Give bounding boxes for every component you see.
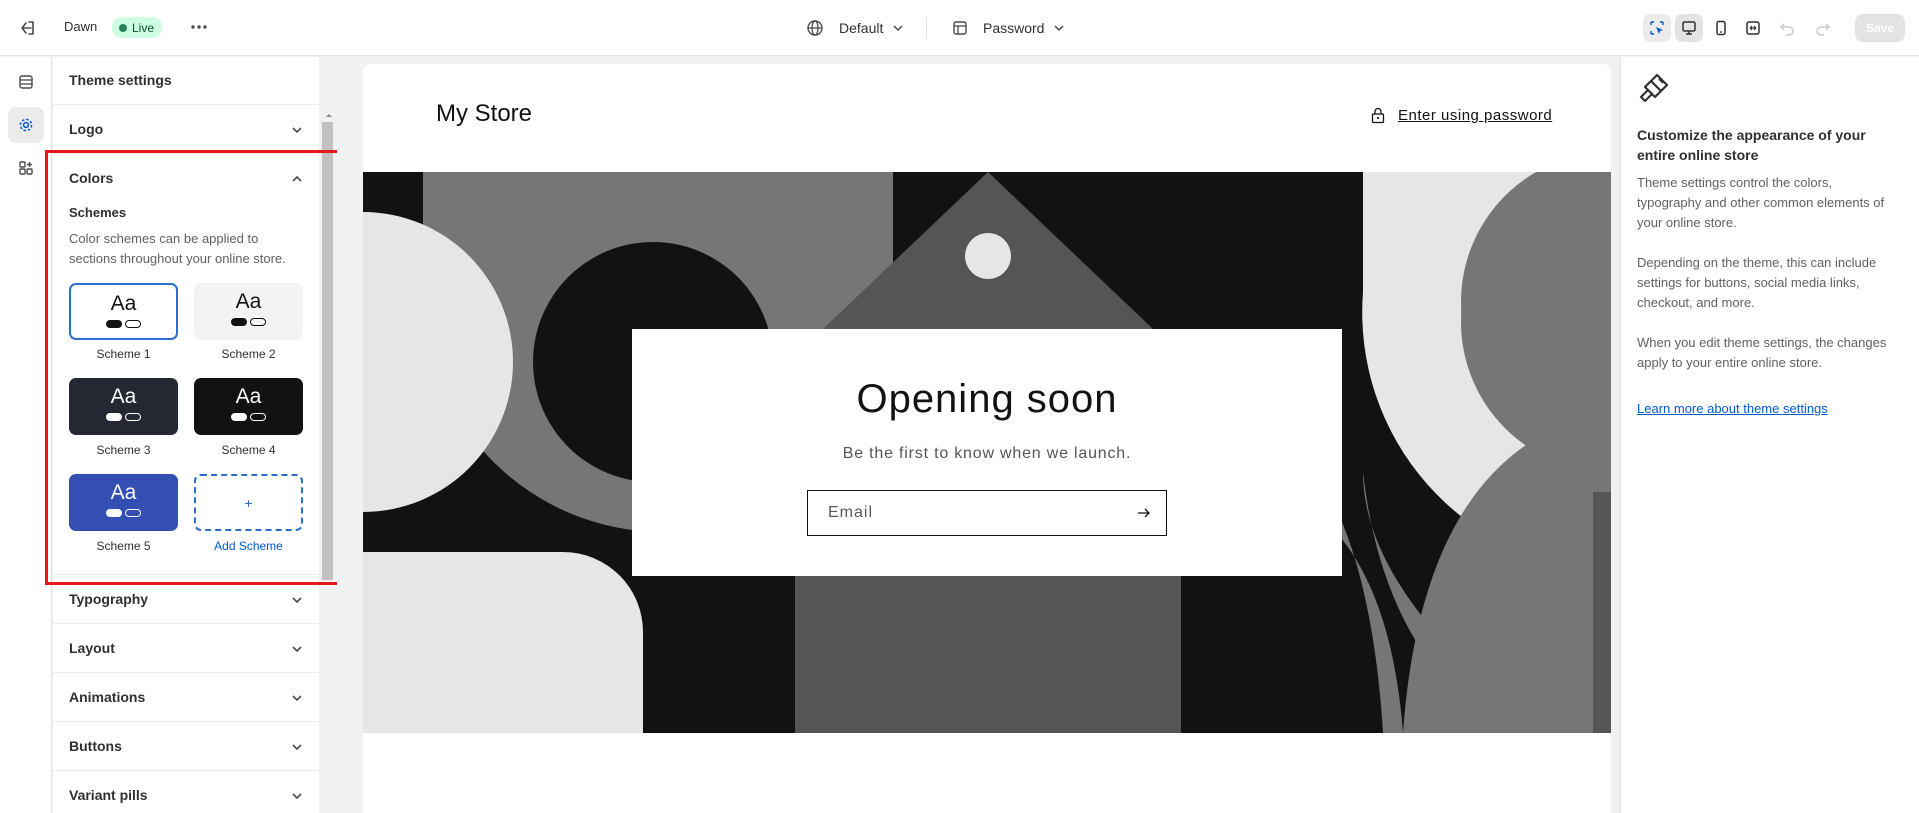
- enter-password-link[interactable]: Enter using password: [1370, 106, 1552, 124]
- chevron-down-icon: [893, 25, 903, 32]
- hero-title: Opening soon: [856, 377, 1118, 421]
- live-badge-label: Live: [132, 20, 155, 35]
- info-panel: Customize the appearance of your entire …: [1620, 57, 1919, 813]
- info-paragraph-3: When you edit theme settings, the change…: [1637, 335, 1887, 370]
- live-badge: Live: [112, 17, 163, 38]
- exit-icon[interactable]: [17, 17, 39, 39]
- chevron-down-icon: [1054, 25, 1064, 32]
- chevron-down-icon: [292, 127, 302, 134]
- section-variant-pills-label: Variant pills: [69, 787, 148, 803]
- scroll-up-icon[interactable]: [323, 110, 335, 120]
- section-layout[interactable]: Layout: [53, 623, 319, 672]
- sections-icon: [19, 75, 33, 89]
- desktop-icon: [1682, 21, 1696, 35]
- gear-icon: [19, 118, 33, 132]
- divider: [926, 17, 927, 39]
- template-select[interactable]: Default: [806, 16, 904, 40]
- inspector-button[interactable]: [1643, 14, 1671, 42]
- theme-name: Dawn: [64, 19, 98, 34]
- lock-icon: [1371, 107, 1385, 124]
- top-bar: Dawn Live Default Password Save: [0, 0, 1919, 56]
- info-paragraph-2: Depending on the theme, this can include…: [1637, 255, 1877, 310]
- enter-password-label: Enter using password: [1398, 106, 1553, 124]
- undo-icon[interactable]: [1778, 19, 1796, 37]
- info-heading: Customize the appearance of your entire …: [1637, 127, 1866, 163]
- arrow-right-icon[interactable]: [1136, 505, 1152, 521]
- device-toggle-group: [1643, 14, 1767, 42]
- chevron-down-icon: [292, 695, 302, 702]
- status-dot-icon: [119, 23, 127, 32]
- section-buttons[interactable]: Buttons: [53, 721, 319, 770]
- email-placeholder: Email: [828, 504, 874, 521]
- learn-more-link[interactable]: Learn more about theme settings: [1637, 401, 1828, 416]
- hero-subtitle: Be the first to know when we launch.: [842, 445, 1132, 462]
- page-select[interactable]: Password: [952, 16, 1065, 40]
- mobile-icon: [1716, 20, 1726, 36]
- section-variant-pills[interactable]: Variant pills: [53, 770, 319, 813]
- highlight-box: [45, 150, 340, 585]
- full-width-icon: [1746, 21, 1760, 35]
- apps-icon: [19, 161, 33, 175]
- more-actions-icon[interactable]: [188, 16, 210, 38]
- redo-icon[interactable]: [1814, 19, 1832, 37]
- chevron-down-icon: [292, 793, 302, 800]
- globe-icon: [807, 20, 823, 36]
- newsletter-card: Opening soon Be the first to know when w…: [632, 329, 1342, 576]
- section-layout-label: Layout: [69, 640, 115, 656]
- save-button[interactable]: Save: [1855, 14, 1905, 42]
- section-typography-label: Typography: [69, 591, 149, 607]
- section-animations[interactable]: Animations: [53, 672, 319, 721]
- template-select-label: Default: [839, 20, 884, 36]
- chevron-down-icon: [292, 597, 302, 604]
- store-preview: My Store Enter using password Opening so…: [363, 64, 1611, 813]
- app-embeds-button[interactable]: [8, 150, 44, 186]
- section-logo-label: Logo: [69, 121, 104, 137]
- page-select-label: Password: [983, 20, 1045, 36]
- paintbrush-icon: [1639, 73, 1669, 103]
- sections-button[interactable]: [8, 64, 44, 100]
- desktop-view-button[interactable]: [1675, 14, 1703, 42]
- info-paragraph-1: Theme settings control the colors, typog…: [1637, 175, 1885, 230]
- panel-title: Theme settings: [69, 72, 172, 88]
- cursor-select-icon: [1650, 21, 1664, 35]
- mobile-view-button[interactable]: [1707, 14, 1735, 42]
- chevron-down-icon: [292, 744, 302, 751]
- hero-banner: Opening soon Be the first to know when w…: [363, 172, 1611, 733]
- email-input[interactable]: Email: [807, 490, 1167, 536]
- fullscreen-view-button[interactable]: [1739, 14, 1767, 42]
- section-logo[interactable]: Logo: [53, 104, 319, 153]
- layout-icon: [953, 21, 967, 35]
- section-animations-label: Animations: [69, 689, 146, 705]
- theme-settings-button[interactable]: [8, 107, 44, 143]
- chevron-down-icon: [292, 646, 302, 653]
- store-name: My Store: [436, 100, 533, 127]
- section-buttons-label: Buttons: [69, 738, 122, 754]
